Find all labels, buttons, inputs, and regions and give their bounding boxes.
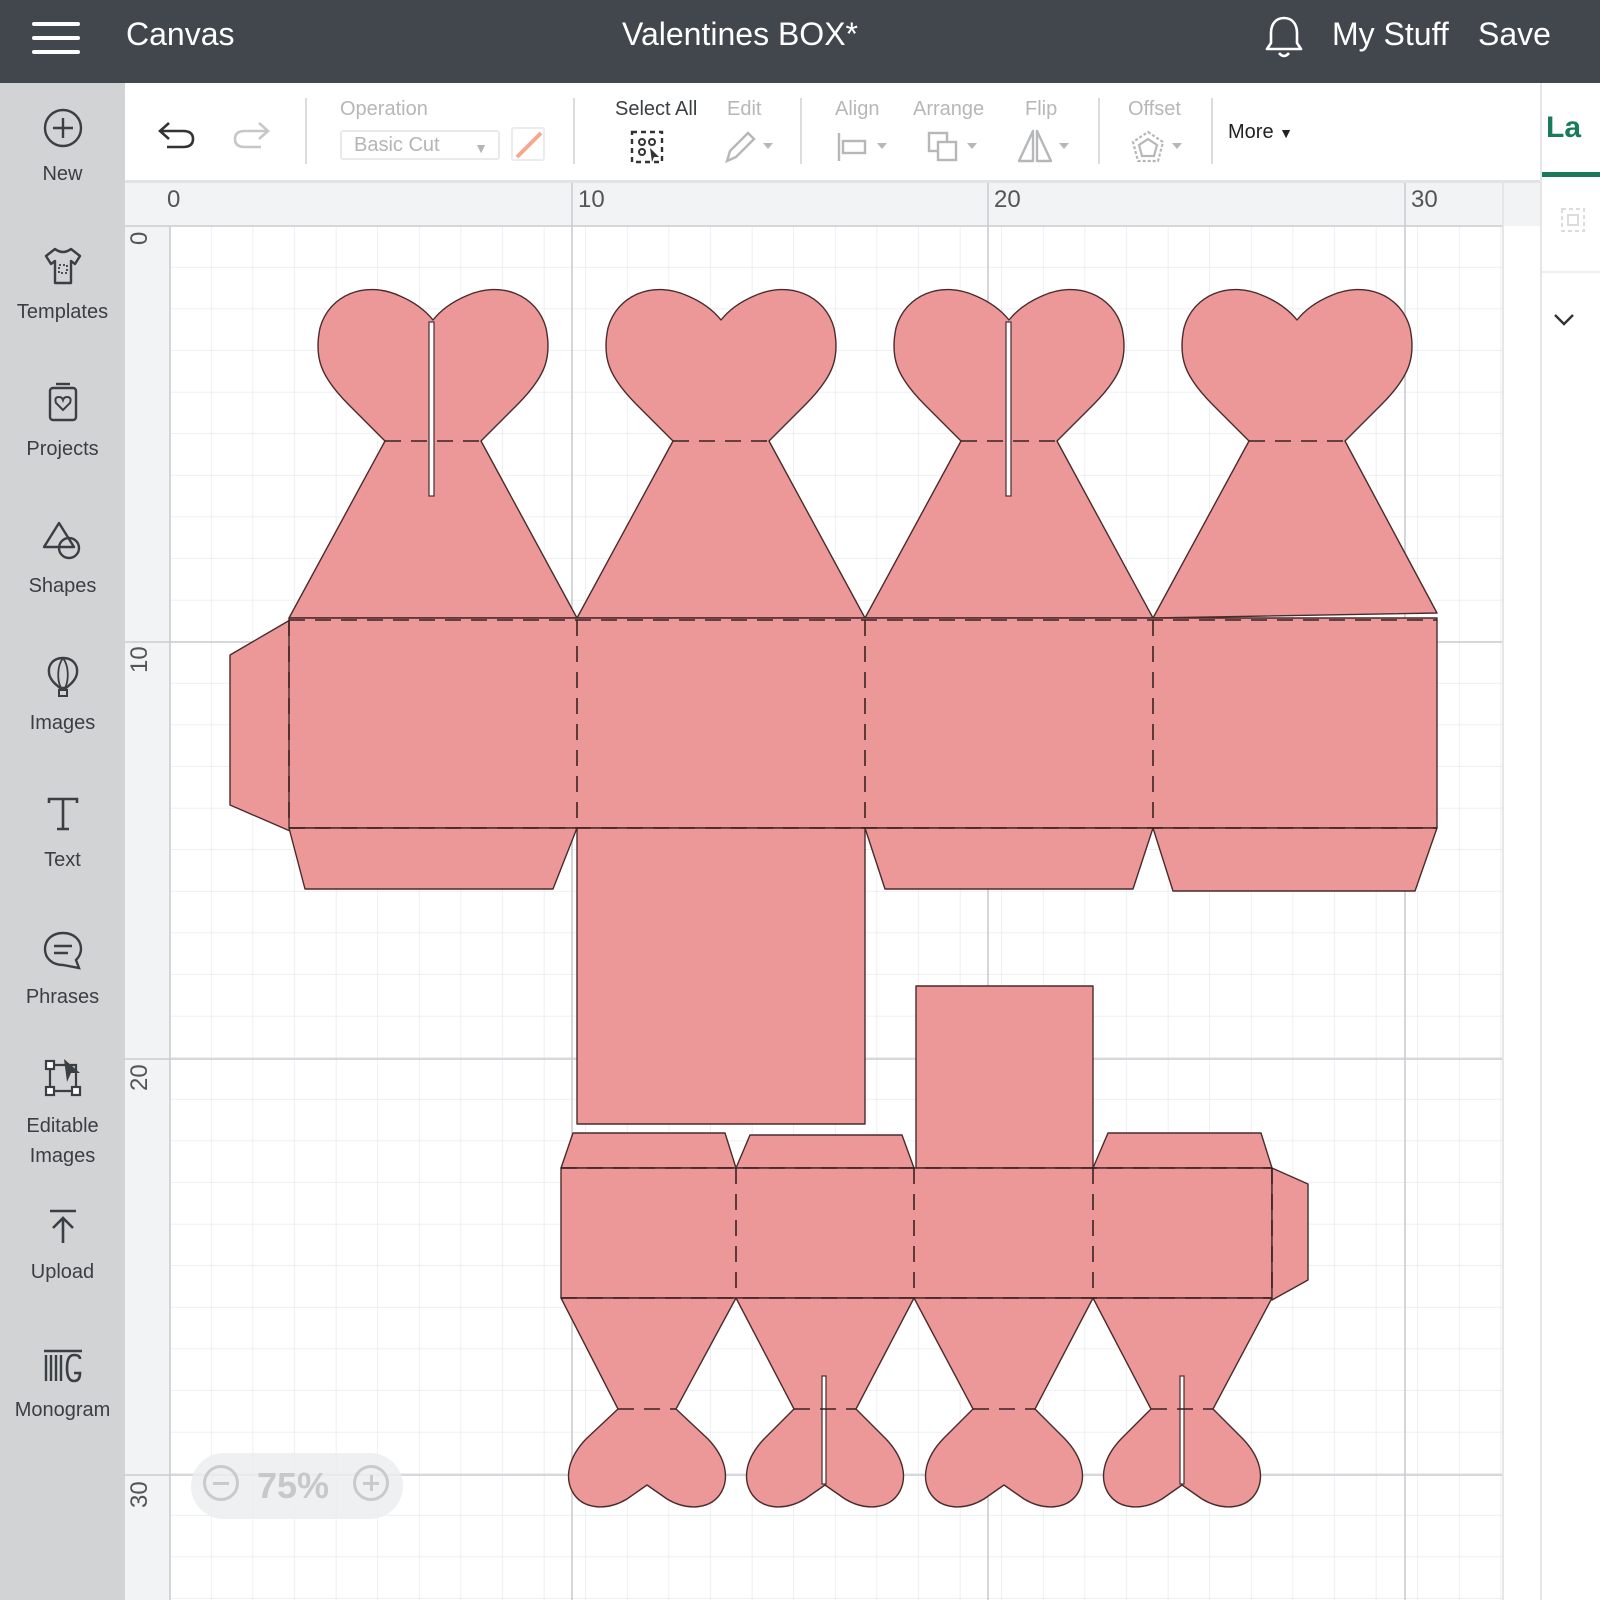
select-all-icon[interactable] bbox=[629, 129, 667, 165]
more-label: More bbox=[1228, 121, 1274, 143]
text-icon bbox=[47, 797, 78, 831]
left-sidebar: New Templates Projects Shapes Images Tex… bbox=[0, 83, 125, 1600]
sidebar-item-label: New bbox=[42, 163, 83, 185]
arrange-icon[interactable] bbox=[925, 129, 985, 165]
projects-icon bbox=[48, 382, 77, 422]
align-label: Align bbox=[835, 98, 880, 120]
chevron-down-icon[interactable] bbox=[1552, 311, 1576, 329]
ruler-top-label: 30 bbox=[1411, 186, 1438, 213]
panel-divider bbox=[1542, 271, 1600, 273]
shapes-icon bbox=[42, 521, 80, 560]
upload-icon bbox=[49, 1209, 76, 1243]
tshirt-icon bbox=[44, 247, 81, 285]
tab-layers[interactable]: La bbox=[1546, 111, 1581, 145]
offset-label: Offset bbox=[1128, 98, 1181, 120]
vector-edit-icon bbox=[44, 1059, 81, 1097]
balloon-icon bbox=[47, 656, 78, 697]
sidebar-item-label: Projects bbox=[26, 438, 99, 460]
sidebar-item-label: Text bbox=[44, 849, 81, 871]
operation-label: Operation bbox=[340, 98, 428, 120]
toolbar-divider bbox=[573, 98, 575, 164]
save-button[interactable]: Save bbox=[1478, 16, 1551, 53]
sidebar-item-label: Phrases bbox=[25, 986, 100, 1008]
my-stuff-link[interactable]: My Stuff bbox=[1332, 16, 1449, 53]
speech-bubble-icon bbox=[43, 931, 82, 970]
redo-icon[interactable] bbox=[229, 117, 273, 153]
zoom-out-icon[interactable] bbox=[203, 1465, 239, 1501]
top-bar: Canvas Valentines BOX* My Stuff Save bbox=[0, 0, 1600, 83]
layers-panel: La bbox=[1540, 83, 1600, 1600]
zoom-in-icon[interactable] bbox=[353, 1465, 389, 1501]
chevron-down-icon: ▼ bbox=[474, 140, 488, 156]
sidebar-item-shapes[interactable]: Shapes bbox=[0, 517, 125, 601]
zoom-level: 75% bbox=[257, 1465, 330, 1506]
toolbar-divider bbox=[1211, 98, 1213, 164]
pen-color-icon bbox=[515, 131, 543, 159]
align-icon[interactable] bbox=[833, 129, 893, 165]
material-color-swatch[interactable] bbox=[511, 127, 545, 161]
sidebar-item-label: Upload bbox=[30, 1261, 95, 1283]
design-canvas[interactable]: 0 10 20 30 0 10 20 30 75% bbox=[125, 183, 1540, 1600]
zoom-control: 75% bbox=[191, 1453, 403, 1519]
ruler-top-label: 10 bbox=[578, 186, 605, 213]
operation-select[interactable]: Basic Cut ▼ bbox=[340, 130, 500, 160]
edit-toolbar: Operation Basic Cut ▼ Select All Edit Al… bbox=[125, 83, 1540, 183]
toolbar-divider bbox=[800, 98, 802, 164]
ruler-top-label: 20 bbox=[994, 186, 1021, 213]
flip-label: Flip bbox=[1025, 98, 1058, 120]
arrange-label: Arrange bbox=[913, 98, 985, 120]
toolbar-divider bbox=[305, 98, 307, 164]
sidebar-item-editable-images[interactable]: Editable Images bbox=[0, 1055, 125, 1171]
offset-icon[interactable] bbox=[1130, 129, 1190, 165]
sidebar-item-projects[interactable]: Projects bbox=[0, 380, 125, 464]
sidebar-item-label: Images bbox=[29, 712, 96, 734]
ruler-left-label: 30 bbox=[126, 1481, 153, 1508]
bell-icon[interactable] bbox=[1262, 14, 1306, 60]
top-ruler bbox=[125, 183, 1540, 226]
ruler-left-label: 20 bbox=[126, 1064, 153, 1091]
sidebar-item-upload[interactable]: Upload bbox=[0, 1203, 125, 1287]
ruler-left-label: 10 bbox=[126, 646, 153, 673]
sidebar-item-phrases[interactable]: Phrases bbox=[0, 928, 125, 1012]
ruler-left-label: 0 bbox=[126, 232, 153, 245]
sidebar-item-templates[interactable]: Templates bbox=[0, 243, 125, 327]
select-all-label: Select All bbox=[615, 98, 698, 120]
monogram-icon bbox=[43, 1349, 82, 1383]
sidebar-item-text[interactable]: Text bbox=[0, 791, 125, 875]
left-ruler bbox=[125, 183, 170, 1600]
toolbar-divider bbox=[1098, 98, 1100, 164]
sidebar-item-label: Monogram bbox=[14, 1399, 111, 1421]
document-title[interactable]: Valentines BOX* bbox=[0, 16, 1480, 53]
sidebar-item-new[interactable]: New bbox=[0, 105, 125, 189]
more-menu[interactable]: More ▼ bbox=[1228, 121, 1293, 144]
ruler-top-label: 0 bbox=[167, 186, 180, 213]
sidebar-item-monogram[interactable]: Monogram bbox=[0, 1341, 125, 1425]
flip-icon[interactable] bbox=[1017, 127, 1077, 165]
operation-value: Basic Cut bbox=[354, 134, 440, 156]
sidebar-item-label: Shapes bbox=[28, 575, 97, 597]
sidebar-item-label: Editable bbox=[26, 1115, 99, 1137]
undo-icon[interactable] bbox=[155, 117, 199, 153]
tab-underline bbox=[1542, 172, 1600, 177]
plus-circle-icon bbox=[43, 108, 82, 148]
sidebar-item-label: Templates bbox=[16, 301, 109, 323]
sidebar-item-images[interactable]: Images bbox=[0, 654, 125, 738]
edit-label: Edit bbox=[727, 98, 762, 120]
group-icon[interactable] bbox=[1552, 203, 1592, 243]
caret-down-icon: ▼ bbox=[1279, 125, 1293, 141]
pencil-icon[interactable] bbox=[721, 129, 777, 165]
canvas-svg: 0 10 20 30 0 10 20 30 bbox=[125, 183, 1540, 1600]
sidebar-item-label: Images bbox=[29, 1145, 96, 1167]
